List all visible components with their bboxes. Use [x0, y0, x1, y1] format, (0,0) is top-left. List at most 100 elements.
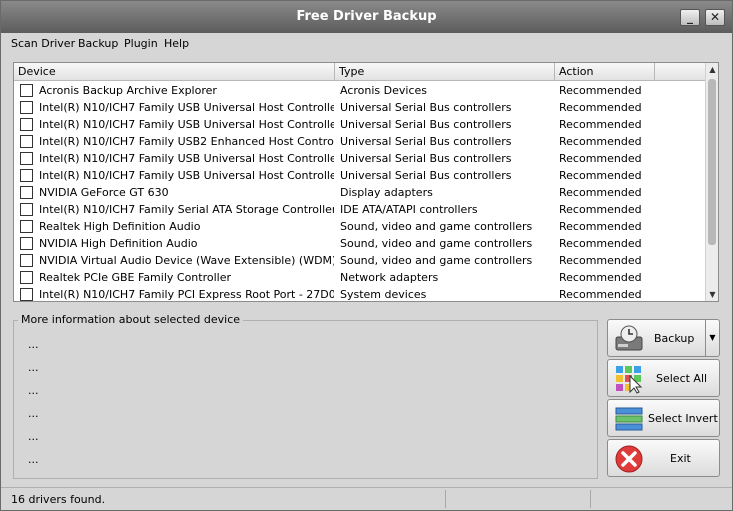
menu-scan-driver[interactable]: Scan Driver [11, 37, 75, 50]
row-checkbox[interactable] [20, 135, 33, 148]
device-cell: Realtek PCIe GBE Family Controller [39, 271, 232, 284]
row-checkbox[interactable] [20, 84, 33, 97]
action-cell: Recommended [559, 220, 642, 233]
device-cell: Acronis Backup Archive Explorer [39, 84, 217, 97]
table-row[interactable]: Acronis Backup Archive Explorer Acronis D… [14, 82, 706, 99]
table-row[interactable]: Intel(R) N10/ICH7 Family PCI Express Roo… [14, 286, 706, 303]
scroll-thumb[interactable] [708, 79, 716, 245]
info-line: ... [28, 407, 39, 420]
table-row[interactable]: NVIDIA Virtual Audio Device (Wave Extens… [14, 252, 706, 269]
close-button[interactable]: ✕ [705, 9, 725, 26]
info-line: ... [28, 453, 39, 466]
status-divider [590, 490, 591, 508]
select-invert-label: Select Invert [648, 412, 718, 425]
device-cell: Intel(R) N10/ICH7 Family USB Universal H… [39, 152, 334, 165]
backup-label: Backup [654, 332, 695, 345]
row-checkbox[interactable] [20, 186, 33, 199]
device-cell: NVIDIA Virtual Audio Device (Wave Extens… [39, 254, 334, 267]
action-cell: Recommended [559, 152, 642, 165]
row-checkbox[interactable] [20, 237, 33, 250]
status-divider [445, 490, 446, 508]
info-line: ... [28, 430, 39, 443]
table-row[interactable]: Intel(R) N10/ICH7 Family USB Universal H… [14, 167, 706, 184]
row-checkbox[interactable] [20, 254, 33, 267]
action-cell: Recommended [559, 254, 642, 267]
table-row[interactable]: Intel(R) N10/ICH7 Family Serial ATA Stor… [14, 201, 706, 218]
row-checkbox[interactable] [20, 152, 33, 165]
device-cell: NVIDIA GeForce GT 630 [39, 186, 169, 199]
row-checkbox[interactable] [20, 101, 33, 114]
backup-button[interactable]: Backup ▼ [607, 319, 720, 357]
type-cell: Universal Serial Bus controllers [340, 135, 512, 148]
type-cell: Sound, video and game controllers [340, 254, 533, 267]
table-row[interactable]: Intel(R) N10/ICH7 Family USB Universal H… [14, 116, 706, 133]
stack-icon [615, 407, 643, 431]
column-header-device[interactable]: Device [14, 63, 335, 81]
info-line: ... [28, 361, 39, 374]
status-text: 16 drivers found. [11, 493, 106, 506]
column-header-type[interactable]: Type [335, 63, 555, 81]
type-cell: Universal Serial Bus controllers [340, 152, 512, 165]
main-window: Free Driver Backup _ ✕ Scan Driver Backu… [0, 0, 733, 511]
device-cell: Intel(R) N10/ICH7 Family PCI Express Roo… [39, 288, 334, 301]
type-cell: Universal Serial Bus controllers [340, 118, 512, 131]
table-row[interactable]: Realtek High Definition Audio Sound, vide… [14, 218, 706, 235]
action-cell: Recommended [559, 288, 642, 301]
type-cell: Network adapters [340, 271, 439, 284]
exit-label: Exit [670, 452, 691, 465]
driver-list[interactable]: Device Type Action Acronis Backup Archiv… [13, 62, 719, 302]
type-cell: Universal Serial Bus controllers [340, 169, 512, 182]
menu-help[interactable]: Help [164, 37, 189, 50]
type-cell: Universal Serial Bus controllers [340, 101, 512, 114]
status-bar: 16 drivers found. [1, 487, 732, 510]
select-all-button[interactable]: Select All [607, 359, 720, 397]
action-cell: Recommended [559, 101, 642, 114]
table-row[interactable]: NVIDIA High Definition Audio Sound, video… [14, 235, 706, 252]
table-row[interactable]: Realtek PCIe GBE Family Controller Networ… [14, 269, 706, 286]
table-row[interactable]: Intel(R) N10/ICH7 Family USB2 Enhanced H… [14, 133, 706, 150]
action-cell: Recommended [559, 169, 642, 182]
row-checkbox[interactable] [20, 220, 33, 233]
column-header-action[interactable]: Action [555, 63, 655, 81]
action-cell: Recommended [559, 186, 642, 199]
minimize-button[interactable]: _ [680, 9, 700, 26]
row-checkbox[interactable] [20, 288, 33, 301]
menu-plugin[interactable]: Plugin [124, 37, 158, 50]
menu-backup[interactable]: Backup [78, 37, 118, 50]
action-cell: Recommended [559, 84, 642, 97]
type-cell: Sound, video and game controllers [340, 237, 533, 250]
device-cell: Intel(R) N10/ICH7 Family Serial ATA Stor… [39, 203, 334, 216]
action-cell: Recommended [559, 271, 642, 284]
info-legend: More information about selected device [18, 313, 244, 326]
device-cell: NVIDIA High Definition Audio [39, 237, 198, 250]
chevron-down-icon[interactable]: ▼ [705, 320, 719, 356]
scroll-down-icon[interactable]: ▼ [706, 288, 719, 301]
row-checkbox[interactable] [20, 169, 33, 182]
device-cell: Intel(R) N10/ICH7 Family USB Universal H… [39, 101, 334, 114]
info-line: ... [28, 338, 39, 351]
select-invert-button[interactable]: Select Invert [607, 399, 720, 437]
action-cell: Recommended [559, 203, 642, 216]
vertical-scrollbar[interactable]: ▲ ▼ [705, 63, 718, 301]
action-cell: Recommended [559, 118, 642, 131]
list-header: Device Type Action [14, 63, 706, 81]
exit-button[interactable]: Exit [607, 439, 720, 477]
table-row[interactable]: Intel(R) N10/ICH7 Family USB Universal H… [14, 99, 706, 116]
window-title: Free Driver Backup [296, 9, 437, 24]
device-cell: Intel(R) N10/ICH7 Family USB Universal H… [39, 169, 334, 182]
table-row[interactable]: Intel(R) N10/ICH7 Family USB Universal H… [14, 150, 706, 167]
exit-x-icon [615, 445, 643, 473]
grid-cursor-icon [616, 366, 643, 394]
type-cell: Acronis Devices [340, 84, 427, 97]
row-checkbox[interactable] [20, 271, 33, 284]
table-row[interactable]: NVIDIA GeForce GT 630 Display adapters Rec… [14, 184, 706, 201]
title-bar: Free Driver Backup _ ✕ [1, 1, 732, 33]
type-cell: Sound, video and game controllers [340, 220, 533, 233]
type-cell: System devices [340, 288, 427, 301]
scroll-up-icon[interactable]: ▲ [706, 63, 719, 76]
action-cell: Recommended [559, 135, 642, 148]
device-cell: Realtek High Definition Audio [39, 220, 201, 233]
row-checkbox[interactable] [20, 203, 33, 216]
row-checkbox[interactable] [20, 118, 33, 131]
info-line: ... [28, 384, 39, 397]
